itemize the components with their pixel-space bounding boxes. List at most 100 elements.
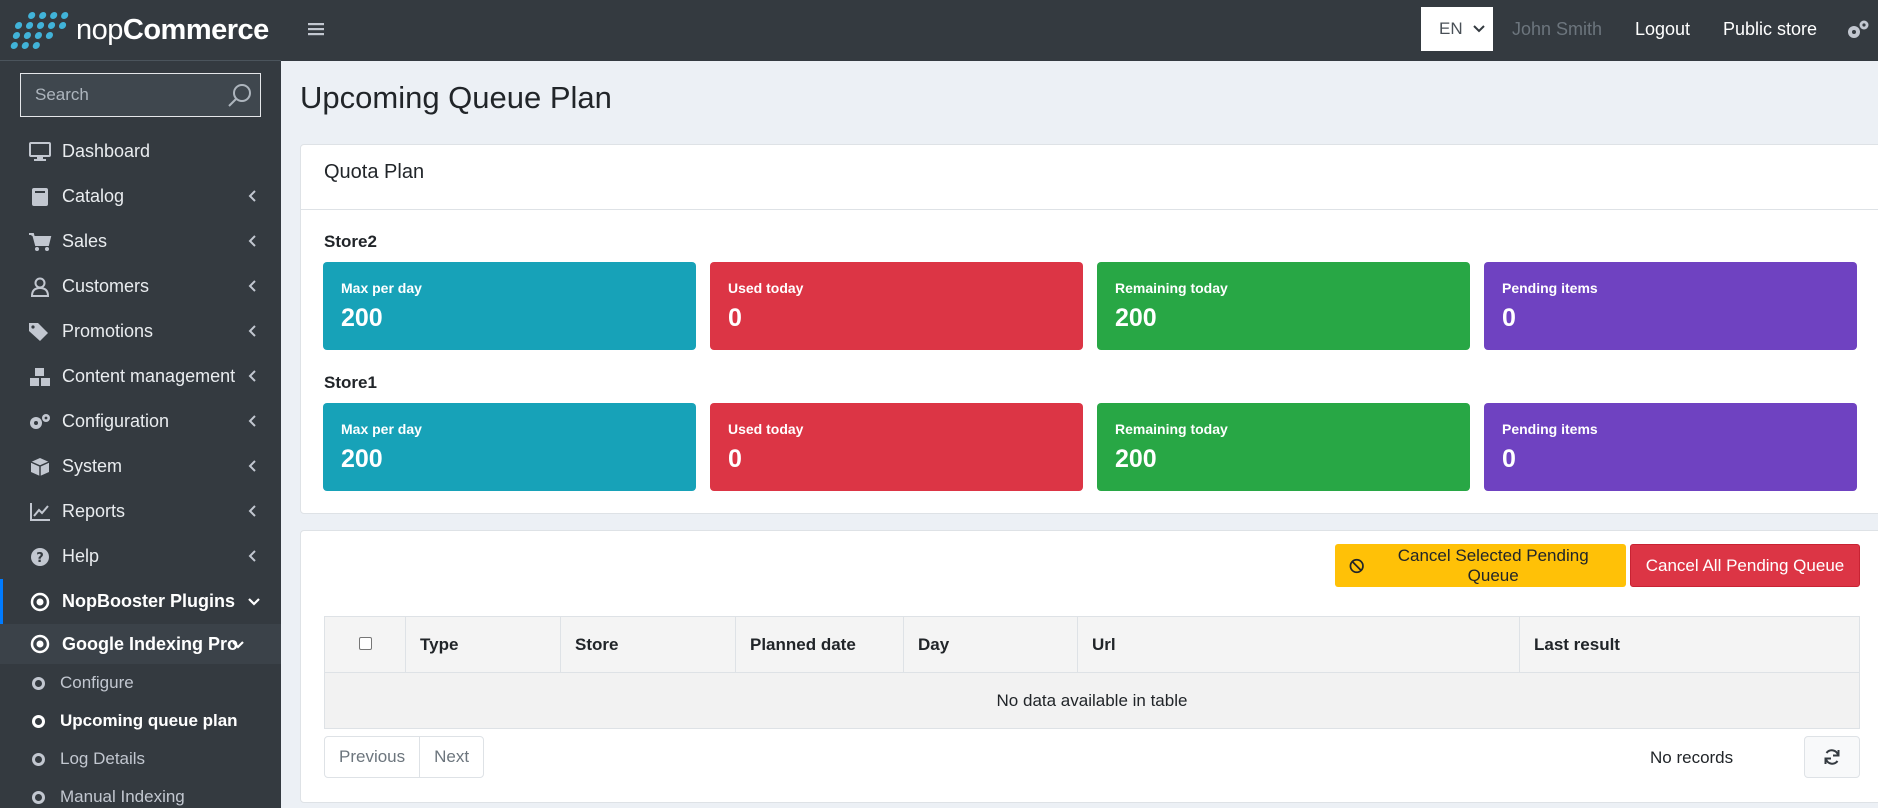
sidebar-item-label: NopBooster Plugins bbox=[62, 591, 236, 611]
chevron-left-icon bbox=[248, 415, 256, 427]
next-page-button[interactable]: Next bbox=[419, 737, 483, 777]
circle-icon bbox=[32, 752, 45, 766]
public-store-link[interactable]: Public store bbox=[1723, 19, 1817, 40]
sidebar-item-sales[interactable]: Sales bbox=[0, 219, 281, 264]
search-icon[interactable] bbox=[227, 82, 253, 108]
store-name: Store1 bbox=[324, 373, 377, 392]
gears-icon bbox=[28, 410, 52, 434]
sidebar-item-customers[interactable]: Customers bbox=[0, 264, 281, 309]
brand-logo[interactable]: nopCommerce bbox=[0, 0, 281, 61]
sidebar-subitem-upcoming-queue-plan[interactable]: Upcoming queue plan bbox=[0, 702, 281, 740]
sidebar-subitem-log-details[interactable]: Log Details bbox=[0, 740, 281, 778]
column-header-url[interactable]: Url bbox=[1077, 616, 1520, 673]
chevron-left-icon bbox=[248, 235, 256, 247]
sidebar-subitem-label: Manual Indexing bbox=[60, 787, 185, 806]
chevron-left-icon bbox=[248, 550, 256, 562]
cancel-selected-pending-queue-button[interactable]: Cancel Selected Pending Queue bbox=[1335, 544, 1626, 587]
column-header-last-result[interactable]: Last result bbox=[1519, 616, 1860, 673]
tile-label: Max per day bbox=[341, 280, 422, 296]
sidebar-item-help[interactable]: ? Help bbox=[0, 534, 281, 579]
sidebar-item-label: Catalog bbox=[62, 186, 125, 206]
table-row: No data available in table bbox=[324, 672, 1860, 729]
sidebar-subitem-label: Log Details bbox=[60, 749, 146, 768]
sidebar-item-promotions[interactable]: Promotions bbox=[0, 309, 281, 354]
chevron-left-icon bbox=[248, 460, 256, 472]
chevron-left-icon bbox=[248, 190, 256, 202]
tile-label: Pending items bbox=[1502, 280, 1598, 296]
sidebar-item-google-indexing-pro[interactable]: Google Indexing Pro bbox=[0, 624, 281, 664]
chevron-left-icon bbox=[248, 280, 256, 292]
used-today-tile: Used today 0 bbox=[710, 262, 1083, 350]
question-icon: ? bbox=[28, 545, 52, 569]
top-navbar: EN John Smith Logout Public store bbox=[281, 0, 1878, 61]
chevron-down-icon bbox=[232, 641, 244, 649]
tags-icon bbox=[28, 320, 52, 344]
chevron-left-icon bbox=[248, 370, 256, 382]
column-header-type[interactable]: Type bbox=[405, 616, 561, 673]
empty-table-message: No data available in table bbox=[324, 672, 1860, 729]
sidebar-item-label: Help bbox=[62, 546, 100, 566]
tile-value: 0 bbox=[728, 304, 742, 332]
column-header-day[interactable]: Day bbox=[903, 616, 1078, 673]
used-today-tile: Used today 0 bbox=[710, 403, 1083, 491]
sidebar-item-label: Reports bbox=[62, 501, 126, 521]
sidebar-item-configuration[interactable]: Configuration bbox=[0, 399, 281, 444]
tile-value: 0 bbox=[1502, 445, 1516, 473]
button-label: Cancel Selected Pending Queue bbox=[1397, 545, 1589, 585]
dot-circle-icon bbox=[28, 590, 52, 614]
sidebar-item-system[interactable]: System bbox=[0, 444, 281, 489]
sidebar-item-label: Promotions bbox=[62, 321, 154, 341]
column-header-planned-date[interactable]: Planned date bbox=[735, 616, 904, 673]
sidebar-subitem-label: Configure bbox=[60, 673, 134, 692]
pending-items-tile: Pending items 0 bbox=[1484, 403, 1857, 491]
hamburger-menu-icon[interactable] bbox=[307, 20, 325, 38]
sidebar-subitem-manual-indexing[interactable]: Manual Indexing bbox=[0, 778, 281, 808]
tile-label: Used today bbox=[728, 421, 804, 437]
language-value: EN bbox=[1439, 19, 1463, 38]
sidebar-item-label: Content management bbox=[62, 366, 236, 386]
chevron-down-icon bbox=[1473, 25, 1485, 33]
dot-circle-icon bbox=[28, 632, 52, 656]
select-all-checkbox[interactable] bbox=[358, 636, 372, 650]
svg-text:?: ? bbox=[36, 551, 44, 566]
sidebar-subitem-label: Upcoming queue plan bbox=[60, 711, 238, 730]
records-info: No records bbox=[1650, 748, 1734, 767]
chart-icon bbox=[28, 500, 52, 524]
tile-label: Remaining today bbox=[1115, 421, 1228, 437]
sidebar-item-content-management[interactable]: Content management bbox=[0, 354, 281, 399]
chevron-left-icon bbox=[248, 505, 256, 517]
tile-value: 0 bbox=[728, 445, 742, 473]
sidebar-item-label: Configuration bbox=[62, 411, 170, 431]
cubes-icon bbox=[28, 365, 52, 389]
store-name: Store2 bbox=[324, 232, 377, 251]
tile-value: 200 bbox=[1115, 445, 1157, 473]
chevron-left-icon bbox=[248, 325, 256, 337]
button-label: Cancel All Pending Queue bbox=[1645, 555, 1845, 575]
logo-dots-icon bbox=[10, 11, 70, 49]
language-select[interactable]: EN bbox=[1421, 7, 1493, 51]
tile-label: Pending items bbox=[1502, 421, 1598, 437]
refresh-icon bbox=[1824, 749, 1840, 765]
tile-label: Max per day bbox=[341, 421, 422, 437]
refresh-button[interactable] bbox=[1804, 736, 1860, 778]
circle-icon bbox=[32, 714, 45, 728]
tile-label: Remaining today bbox=[1115, 280, 1228, 296]
quota-plan-card: Quota Plan Store2 Max per day 200 Used t… bbox=[300, 144, 1878, 514]
previous-page-button[interactable]: Previous bbox=[325, 737, 419, 777]
sidebar-subitem-configure[interactable]: Configure bbox=[0, 664, 281, 702]
user-icon bbox=[28, 275, 52, 299]
column-header-store[interactable]: Store bbox=[560, 616, 736, 673]
max-per-day-tile: Max per day 200 bbox=[323, 403, 696, 491]
cancel-all-pending-queue-button[interactable]: Cancel All Pending Queue bbox=[1630, 544, 1860, 587]
gears-icon[interactable] bbox=[1846, 19, 1870, 41]
tile-value: 200 bbox=[1115, 304, 1157, 332]
search-input[interactable] bbox=[20, 73, 261, 117]
sidebar-item-dashboard[interactable]: Dashboard bbox=[0, 129, 281, 174]
sidebar-item-nopbooster-plugins[interactable]: NopBooster Plugins bbox=[0, 579, 281, 624]
sidebar-item-catalog[interactable]: Catalog bbox=[0, 174, 281, 219]
logout-link[interactable]: Logout bbox=[1635, 19, 1690, 40]
remaining-today-tile: Remaining today 200 bbox=[1097, 262, 1470, 350]
sidebar-item-reports[interactable]: Reports bbox=[0, 489, 281, 534]
tile-value: 200 bbox=[341, 304, 383, 332]
sidebar-search bbox=[20, 73, 261, 117]
